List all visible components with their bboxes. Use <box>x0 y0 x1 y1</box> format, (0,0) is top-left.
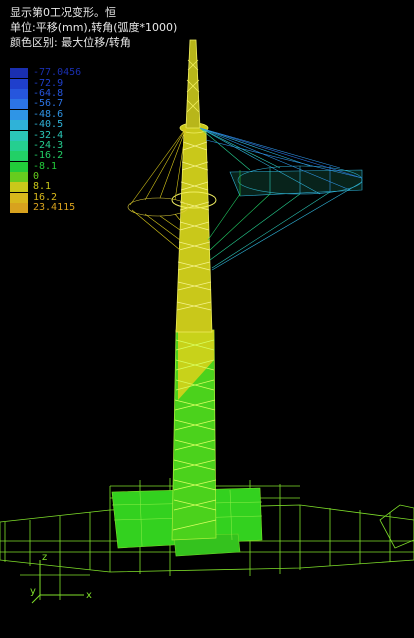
legend-swatch <box>10 161 28 172</box>
legend-row: -16.2 <box>10 150 81 162</box>
legend-row: -56.7 <box>10 98 81 110</box>
legend-value: -40.5 <box>33 119 64 131</box>
legend-value: 8.1 <box>33 181 52 193</box>
legend-swatch <box>10 172 28 183</box>
legend-value: -16.2 <box>33 150 64 162</box>
legend-swatch <box>10 109 28 120</box>
color-scheme-line: 颜色区别: 最大位移/转角 <box>10 36 131 49</box>
legend-swatch <box>10 130 28 141</box>
legend-swatch <box>10 203 28 214</box>
legend-swatch <box>10 151 28 162</box>
legend-swatch <box>10 68 28 79</box>
legend-row: 23.4115 <box>10 202 81 214</box>
axis-label-x: x <box>86 590 92 601</box>
color-legend: -77.0456 -72.9 -64.8 -56.7 -48.6 -40.5 -32.4 -2… <box>10 67 82 214</box>
units-line: 单位:平移(mm),转角(弧度*1000) <box>10 21 178 34</box>
legend-swatch <box>10 88 28 99</box>
tower-lower <box>171 329 217 541</box>
legend-swatch <box>10 120 28 131</box>
legend-swatch <box>10 182 28 193</box>
legend-row: -8.1 <box>10 161 81 172</box>
legend-swatch <box>10 78 28 89</box>
axis-label-z: z <box>42 552 47 563</box>
legend-row: -77.0456 <box>10 67 82 79</box>
legend-swatch <box>10 99 28 110</box>
legend-value: -56.7 <box>33 98 64 110</box>
legend-swatch <box>10 140 28 151</box>
legend-value: 23.4115 <box>33 202 76 214</box>
legend-swatch <box>10 192 28 203</box>
axis-label-y: y <box>30 586 36 597</box>
case-title: 显示第0工况变形。恒 <box>10 6 116 19</box>
legend-row: -40.5 <box>10 119 81 131</box>
legend-value: -77.0456 <box>33 67 82 79</box>
